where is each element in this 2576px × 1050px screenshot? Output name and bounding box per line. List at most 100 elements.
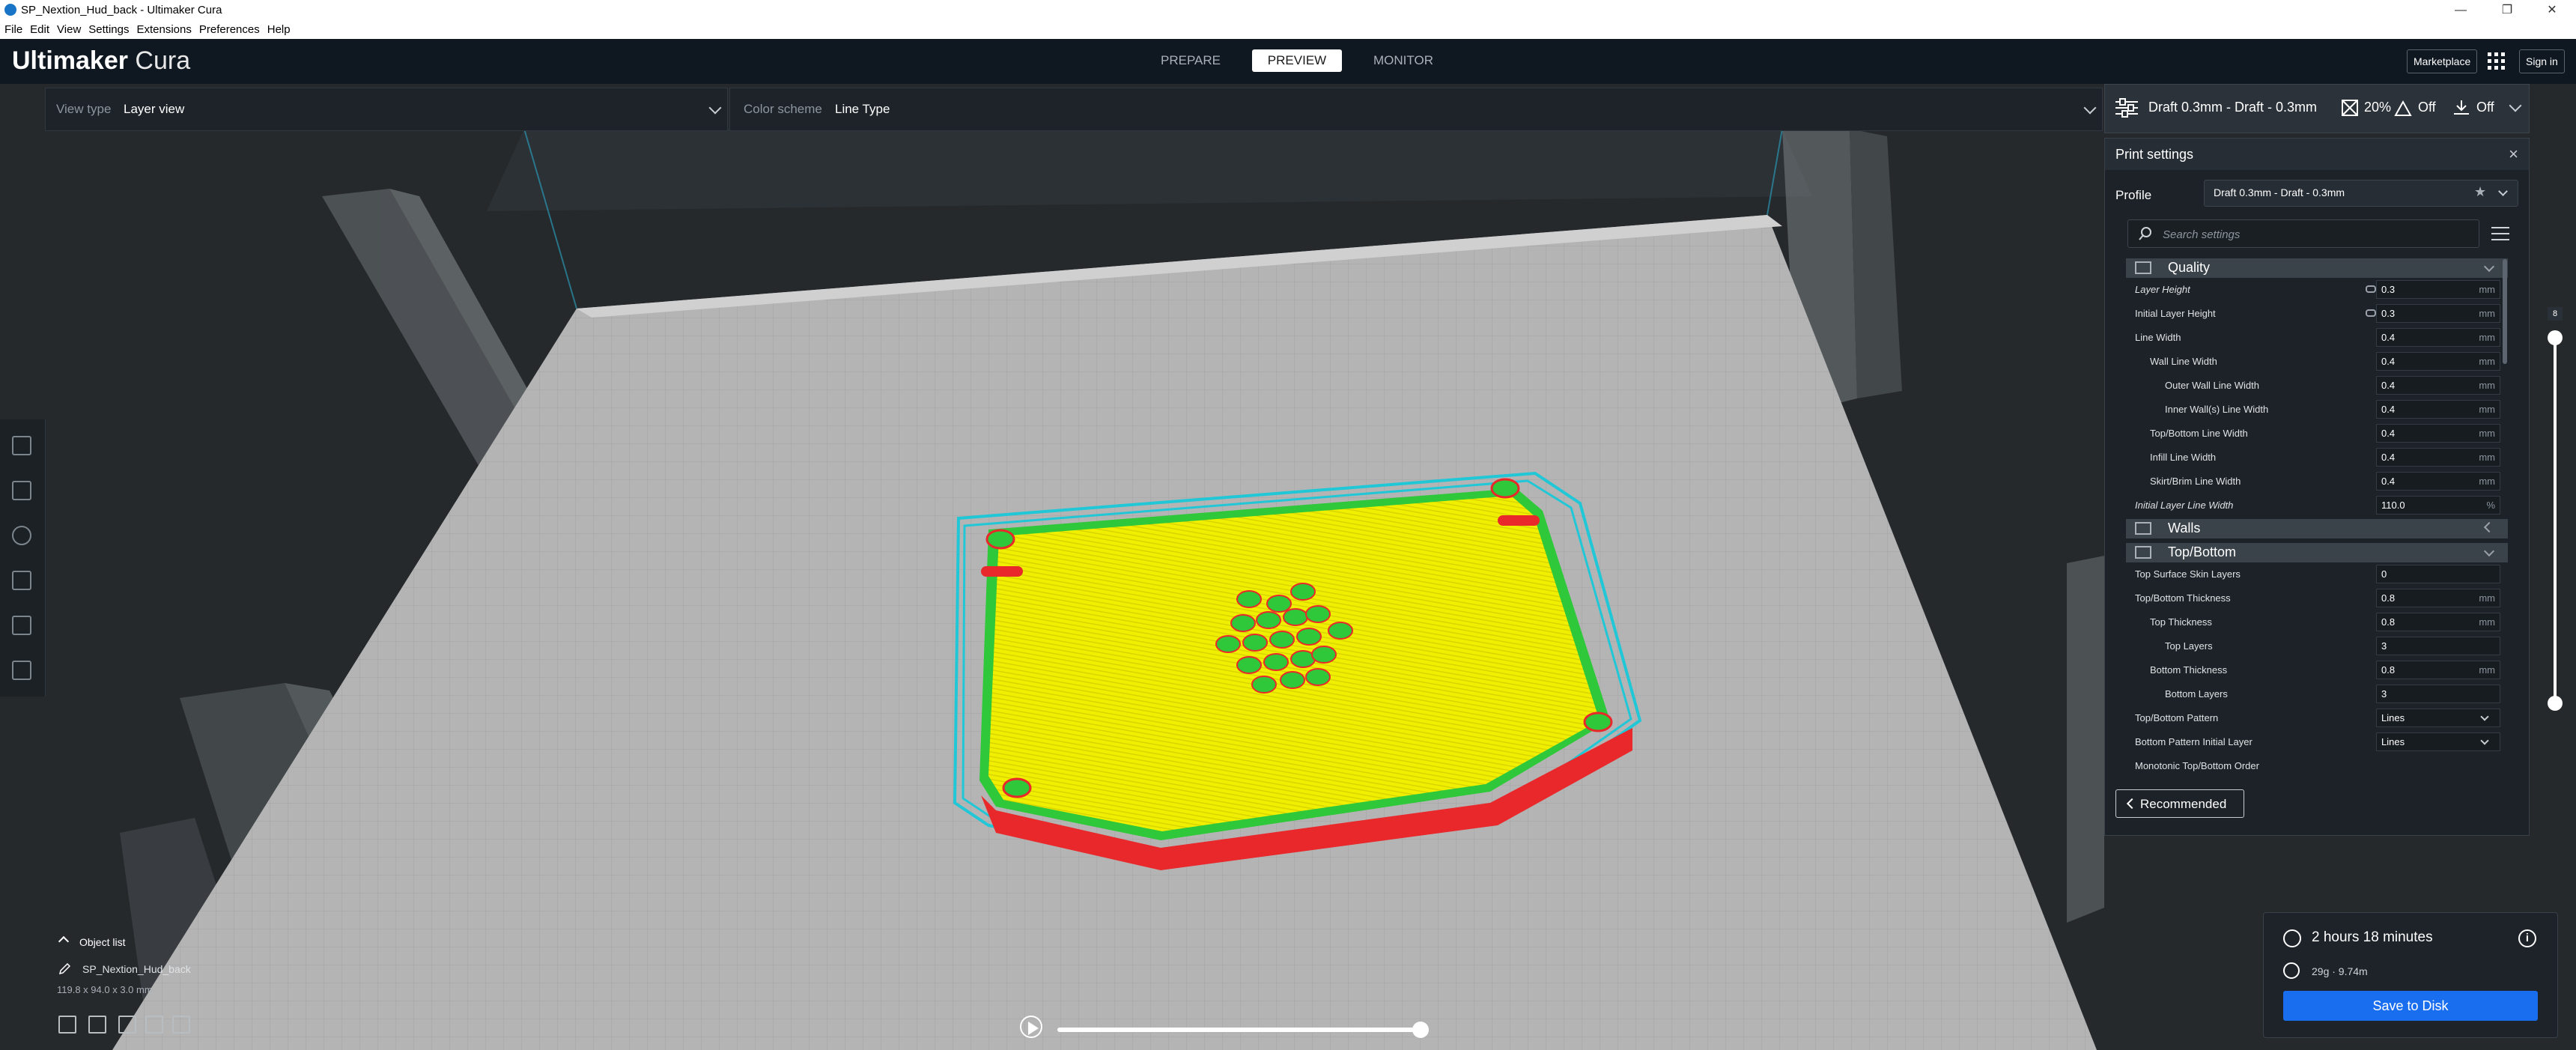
setting-field[interactable]: 3 [2376, 637, 2500, 655]
left-view-icon[interactable] [145, 1016, 163, 1034]
setting-field[interactable]: 110.0% [2376, 496, 2500, 515]
settings-scrollbar[interactable] [2503, 259, 2507, 364]
tab-monitor[interactable]: MONITOR [1358, 49, 1448, 72]
setting-field[interactable]: 0.4 mm [2376, 424, 2500, 443]
tab-prepare[interactable]: PREPARE [1146, 49, 1236, 72]
cura-app-icon [4, 4, 16, 16]
recommended-button[interactable]: Recommended [2115, 789, 2244, 818]
view-type-value[interactable]: Layer view [124, 102, 184, 117]
object-list-title[interactable]: Object list [79, 936, 125, 948]
menu-bar: File Edit View Settings Extensions Preference… [0, 21, 2576, 40]
print-setup-selector[interactable]: Draft 0.3mm - Draft - 0.3mm 20% Off Off [2104, 84, 2530, 133]
support-blocker-icon[interactable] [12, 661, 31, 680]
setting-field[interactable]: 0.3 mm [2376, 304, 2500, 323]
layer-slider-track[interactable] [2554, 333, 2557, 704]
setting-row: Top/Bottom Line Width 0.4 mm [2126, 422, 2508, 446]
menu-edit[interactable]: Edit [25, 21, 52, 36]
window-title: SP_Nextion_Hud_back - Ultimaker Cura [21, 4, 222, 16]
object-name: SP_Nextion_Hud_back [82, 963, 191, 975]
setting-label: Top Layers [2165, 640, 2213, 652]
scale-tool-icon[interactable] [12, 481, 31, 500]
setting-field[interactable]: 0.4 mm [2376, 352, 2500, 371]
setting-row: Top Surface Skin Layers 0 [2126, 562, 2508, 586]
menu-file[interactable]: File [0, 21, 25, 36]
setting-field[interactable]: 0.8 mm [2376, 589, 2500, 607]
category-walls[interactable]: Walls [2126, 519, 2508, 538]
search-input[interactable] [2161, 225, 2464, 243]
setting-label: Initial Layer Height [2135, 308, 2216, 319]
setting-dropdown[interactable]: Lines [2376, 708, 2500, 727]
layer-slider-top-handle[interactable] [2548, 330, 2563, 345]
profile-dropdown-value: Draft 0.3mm - Draft - 0.3mm [2214, 186, 2345, 198]
chevron-down-icon[interactable] [2083, 101, 2097, 115]
search-settings-box[interactable] [2127, 219, 2479, 248]
category-quality[interactable]: Quality [2126, 258, 2508, 278]
color-scheme-bar[interactable]: Color scheme Line Type [729, 88, 2103, 131]
setting-label: Infill Line Width [2150, 452, 2217, 463]
setting-field[interactable]: 0.4 mm [2376, 376, 2500, 395]
rotate-tool-icon[interactable] [12, 526, 31, 545]
setting-field[interactable]: 0.8 mm [2376, 613, 2500, 631]
print-settings-panel: Print settings × Profile Draft 0.3mm - D… [2104, 138, 2530, 836]
pencil-icon[interactable] [58, 963, 70, 975]
clock-icon [2283, 929, 2301, 947]
title-bar: SP_Nextion_Hud_back - Ultimaker Cura — ❐… [0, 0, 2576, 21]
close-window-button[interactable]: ✕ [2522, 0, 2576, 21]
profile-summary: Draft 0.3mm - Draft - 0.3mm [2148, 100, 2318, 115]
setting-field[interactable]: 0.4 mm [2376, 400, 2500, 419]
setting-row: Skirt/Brim Line Width 0.4 mm [2126, 470, 2508, 494]
menu-settings[interactable]: Settings [84, 21, 132, 36]
setting-field[interactable]: 0.4 mm [2376, 328, 2500, 347]
chevron-left-icon [2126, 798, 2138, 810]
star-icon[interactable]: ★ [2474, 184, 2486, 200]
right-view-icon[interactable] [172, 1016, 190, 1034]
layer-slider-bottom-handle[interactable] [2548, 696, 2563, 711]
object-dimensions: 119.8 x 94.0 x 3.0 mm [57, 984, 153, 995]
chevron-down-icon[interactable] [2509, 99, 2522, 112]
print-output-card: 2 hours 18 minutes i 29g · 9.74m Save to… [2263, 912, 2558, 1038]
info-icon[interactable]: i [2518, 929, 2536, 947]
menu-preferences[interactable]: Preferences [195, 21, 263, 36]
setting-field[interactable]: 0 [2376, 565, 2500, 583]
color-scheme-value[interactable]: Line Type [835, 102, 890, 117]
menu-view[interactable]: View [52, 21, 84, 36]
3d-view-icon[interactable] [58, 1016, 76, 1034]
setting-row: Initial Layer Line Width 110.0% [2126, 494, 2508, 518]
chevron-down-icon[interactable] [708, 101, 722, 115]
front-view-icon[interactable] [88, 1016, 106, 1034]
play-icon [1028, 1022, 1039, 1035]
setting-row: Monotonic Top/Bottom Order [2126, 754, 2508, 778]
setting-field[interactable]: 0.4 mm [2376, 472, 2500, 491]
setting-row: Bottom Thickness 0.8 mm [2126, 658, 2508, 682]
top-view-icon[interactable] [118, 1016, 136, 1034]
category-top-bottom[interactable]: Top/Bottom [2126, 543, 2508, 562]
mirror-tool-icon[interactable] [12, 571, 31, 590]
profile-dropdown[interactable]: Draft 0.3mm - Draft - 0.3mm ★ [2204, 180, 2518, 207]
path-slider-handle[interactable] [1412, 1022, 1429, 1038]
path-slider-track[interactable] [1057, 1028, 1424, 1032]
apps-grid-icon[interactable] [2488, 52, 2506, 70]
menu-help[interactable]: Help [263, 21, 294, 36]
sign-in-button[interactable]: Sign in [2519, 49, 2565, 73]
setting-dropdown[interactable]: Lines [2376, 732, 2500, 751]
marketplace-button[interactable]: Marketplace [2407, 49, 2478, 73]
move-tool-icon[interactable] [12, 436, 31, 455]
save-to-disk-button[interactable]: Save to Disk [2283, 991, 2538, 1021]
material-estimate: 29g · 9.74m [2312, 965, 2368, 977]
tab-preview[interactable]: PREVIEW [1252, 49, 1342, 72]
setting-field[interactable]: 3 [2376, 685, 2500, 703]
setting-field[interactable]: 0.3 mm [2376, 280, 2500, 299]
chevron-down-icon[interactable] [2498, 186, 2508, 196]
close-icon[interactable]: × [2509, 145, 2518, 164]
setting-label: Top/Bottom Thickness [2135, 592, 2231, 604]
per-model-settings-icon[interactable] [12, 616, 31, 635]
color-scheme-label: Color scheme [744, 102, 822, 116]
setting-field[interactable]: 0.4 mm [2376, 448, 2500, 467]
setting-field[interactable]: 0.8 mm [2376, 661, 2500, 679]
settings-visibility-menu-icon[interactable] [2491, 227, 2509, 240]
setting-label: Outer Wall Line Width [2165, 380, 2259, 391]
menu-extensions[interactable]: Extensions [132, 21, 194, 36]
view-type-label: View type [56, 102, 112, 116]
view-type-bar[interactable]: View type Layer view [45, 88, 728, 131]
profile-label: Profile [2115, 188, 2152, 202]
